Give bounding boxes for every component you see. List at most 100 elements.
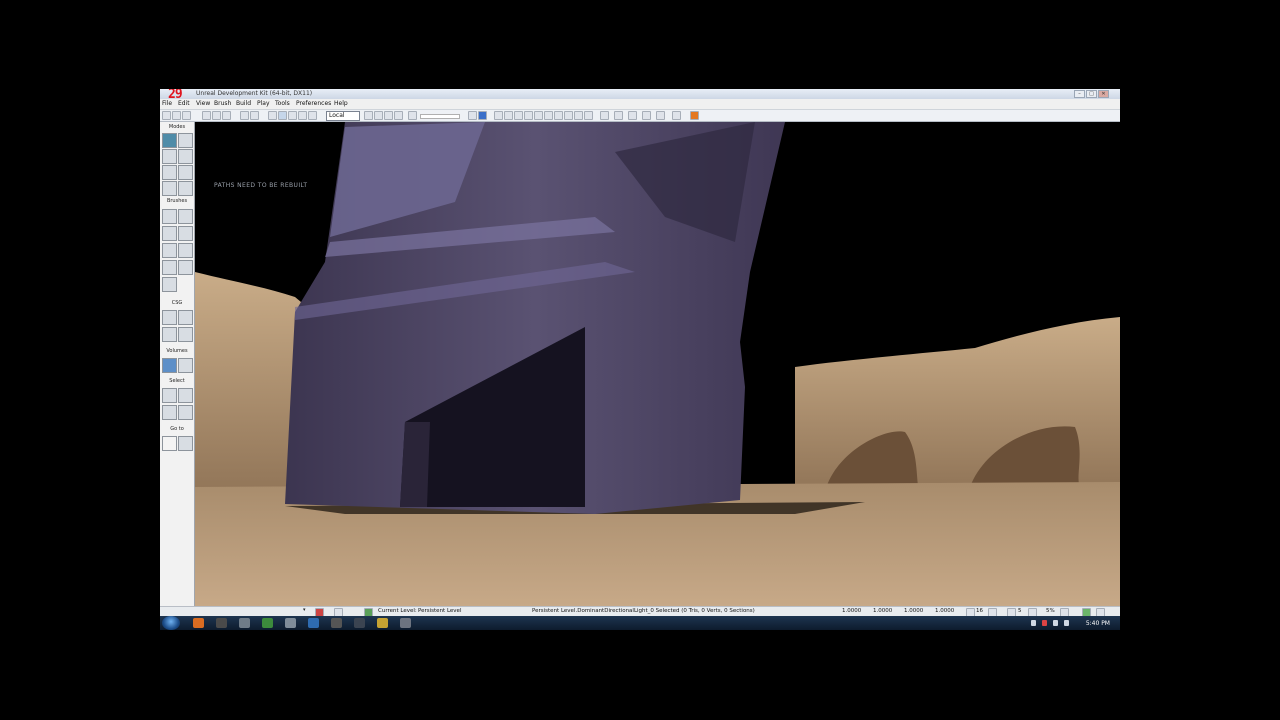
- menu-edit[interactable]: Edit: [178, 100, 190, 107]
- app-icon-6[interactable]: [308, 618, 319, 628]
- build-all-icon[interactable]: [478, 111, 487, 120]
- toggle-button-icon[interactable]: [584, 111, 593, 120]
- menu-view[interactable]: View: [196, 100, 210, 107]
- minimize-button[interactable]: –: [1074, 90, 1085, 98]
- drag-value-w[interactable]: 1.0000: [935, 608, 954, 614]
- save-icon[interactable]: [182, 111, 191, 120]
- mesh-paint-icon[interactable]: [178, 165, 193, 180]
- tray-flag-icon[interactable]: [1042, 620, 1047, 626]
- menu-brush[interactable]: Brush: [214, 100, 231, 107]
- rotate-tool-icon[interactable]: [288, 111, 297, 120]
- texture-mode-icon[interactable]: [162, 165, 177, 180]
- play-in-editor-icon[interactable]: [544, 111, 553, 120]
- move-mode-icon[interactable]: [178, 149, 193, 164]
- build-cover-icon[interactable]: [524, 111, 533, 120]
- csg-deintersect-icon[interactable]: [178, 327, 193, 342]
- camera-icon[interactable]: [374, 111, 383, 120]
- maximize-button[interactable]: □: [1086, 90, 1097, 98]
- menu-file[interactable]: File: [162, 100, 172, 107]
- app-icon-3[interactable]: [239, 618, 250, 628]
- foliage-mode-icon[interactable]: [178, 181, 193, 196]
- landscape-mode-icon[interactable]: [162, 181, 177, 196]
- level-browser-icon[interactable]: [642, 111, 651, 120]
- play-on-pc-icon[interactable]: [554, 111, 563, 120]
- curved-stair-brush-icon[interactable]: [162, 226, 177, 241]
- close-button[interactable]: ✕: [1098, 90, 1109, 98]
- build-lighting-icon[interactable]: [504, 111, 513, 120]
- invert-selection-icon[interactable]: [162, 405, 177, 420]
- drag-value-z[interactable]: 1.0000: [904, 608, 923, 614]
- build-paths-icon[interactable]: [514, 111, 523, 120]
- tray-network-icon[interactable]: [1053, 620, 1058, 626]
- build-all-tb-icon[interactable]: [534, 111, 543, 120]
- linear-stair-brush-icon[interactable]: [162, 243, 177, 258]
- spiral-stair-brush-icon[interactable]: [162, 260, 177, 275]
- app-icon-5[interactable]: [285, 618, 296, 628]
- sphere-brush-icon[interactable]: [178, 260, 193, 275]
- scene-icon[interactable]: [656, 111, 665, 120]
- rotation-snap-value[interactable]: 5: [1018, 608, 1022, 614]
- save-all-icon[interactable]: [202, 111, 211, 120]
- add-volume-icon[interactable]: [162, 358, 177, 373]
- speed-slider[interactable]: [420, 114, 460, 119]
- terrain-mode-icon[interactable]: [162, 149, 177, 164]
- show-selected-icon[interactable]: [162, 388, 177, 403]
- scale-tool-icon[interactable]: [298, 111, 307, 120]
- grid-size[interactable]: 16: [976, 608, 983, 614]
- menu-play[interactable]: Play: [257, 100, 270, 107]
- show-all-icon[interactable]: [178, 405, 193, 420]
- camera-mode-icon[interactable]: [162, 133, 177, 148]
- new-icon[interactable]: [162, 111, 171, 120]
- hide-selected-icon[interactable]: [178, 388, 193, 403]
- drag-grid-icon[interactable]: [408, 111, 417, 120]
- find-icon[interactable]: [364, 111, 373, 120]
- stop-icon[interactable]: [690, 111, 699, 120]
- geometry-mode-icon[interactable]: [178, 133, 193, 148]
- menu-preferences[interactable]: Preferences: [296, 100, 331, 107]
- sheet-brush-icon[interactable]: [178, 243, 193, 258]
- undo-icon[interactable]: [240, 111, 249, 120]
- scale-snap-value[interactable]: 5%: [1046, 608, 1055, 614]
- csg-add-icon[interactable]: [162, 310, 177, 325]
- scale-nonuniform-icon[interactable]: [308, 111, 317, 120]
- menu-build[interactable]: Build: [236, 100, 251, 107]
- firefox-icon[interactable]: [193, 618, 204, 628]
- start-button[interactable]: [162, 616, 180, 630]
- taskbar-clock[interactable]: 5:40 PM: [1086, 620, 1110, 627]
- lightmass-icon[interactable]: [672, 111, 681, 120]
- coordinate-system-select[interactable]: Local: [326, 111, 360, 121]
- csg-intersect-icon[interactable]: [162, 327, 177, 342]
- cone-brush-icon[interactable]: [178, 209, 193, 224]
- app-icon-10[interactable]: [400, 618, 411, 628]
- current-level-value[interactable]: Persistent Level: [418, 608, 461, 614]
- tray-volume-icon[interactable]: [1064, 620, 1069, 626]
- play-on-console-icon[interactable]: [564, 111, 573, 120]
- menu-tools[interactable]: Tools: [275, 100, 290, 107]
- cube-brush-icon[interactable]: [162, 209, 177, 224]
- udk-taskbar-icon[interactable]: [331, 618, 342, 628]
- cylinder-brush-icon[interactable]: [178, 226, 193, 241]
- redo-icon[interactable]: [250, 111, 259, 120]
- perspective-viewport[interactable]: PATHS NEED TO BE REBUILT: [195, 122, 1120, 606]
- go-to-builder-brush-icon[interactable]: [178, 436, 193, 451]
- tray-arrow-icon[interactable]: [1031, 620, 1036, 626]
- realtime-icon[interactable]: [468, 111, 477, 120]
- kismet-icon[interactable]: [384, 111, 393, 120]
- app-icon-4[interactable]: [262, 618, 273, 628]
- screenshot-icon[interactable]: [600, 111, 609, 120]
- select-tool-icon[interactable]: [268, 111, 277, 120]
- open-icon[interactable]: [172, 111, 181, 120]
- viewport-lock-icon[interactable]: [628, 111, 637, 120]
- drag-value-y[interactable]: 1.0000: [873, 608, 892, 614]
- save-current-icon[interactable]: [212, 111, 221, 120]
- content-browser-icon[interactable]: [574, 111, 583, 120]
- save-level-icon[interactable]: [222, 111, 231, 120]
- drag-value-x[interactable]: 1.0000: [842, 608, 861, 614]
- volumetric-brush-icon[interactable]: [162, 277, 177, 292]
- app-icon-2[interactable]: [216, 618, 227, 628]
- app-icon-8[interactable]: [354, 618, 365, 628]
- build-geometry-icon[interactable]: [494, 111, 503, 120]
- translate-tool-icon[interactable]: [278, 111, 287, 120]
- gallery-icon[interactable]: [614, 111, 623, 120]
- go-to-actor-icon[interactable]: [162, 436, 177, 451]
